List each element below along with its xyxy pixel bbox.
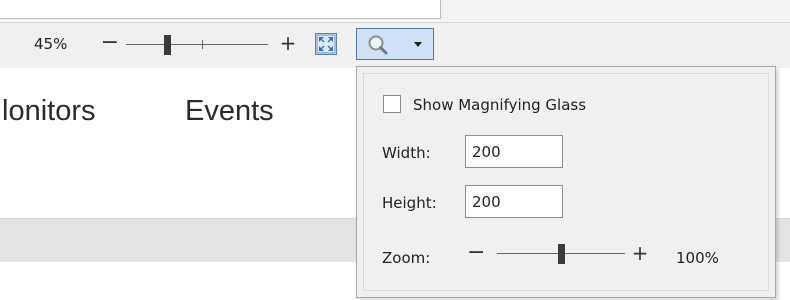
zoom-slider-track — [126, 44, 268, 45]
top-strip — [0, 0, 790, 22]
magnifier-zoom-slider-thumb[interactable] — [558, 244, 565, 264]
tab-events[interactable]: Events — [185, 95, 274, 128]
height-label: Height: — [382, 194, 437, 212]
magnifier-zoom-slider[interactable] — [497, 242, 625, 266]
magnifier-zoom-in-button[interactable]: + — [631, 241, 649, 265]
show-magnifier-label[interactable]: Show Magnifying Glass — [413, 96, 586, 114]
width-field[interactable] — [465, 135, 563, 168]
magnifier-settings-popup: Show Magnifying Glass Width: Height: Zoo… — [356, 66, 776, 298]
chevron-down-icon — [414, 42, 422, 47]
zoom-label: Zoom: — [382, 249, 431, 267]
magnifier-zoom-percent: 100% — [676, 249, 719, 267]
magnifier-dropdown-button[interactable] — [356, 28, 434, 60]
zoom-slider-thumb[interactable] — [164, 35, 171, 55]
zoom-slider[interactable] — [126, 33, 268, 57]
upper-panel — [0, 0, 441, 19]
zoom-percent-label: 45% — [34, 35, 68, 53]
magnifying-glass-icon — [368, 35, 388, 55]
fit-to-window-button[interactable] — [315, 33, 337, 55]
height-field[interactable] — [465, 185, 563, 218]
show-magnifier-checkbox[interactable] — [383, 95, 401, 113]
magnifier-zoom-out-button[interactable]: − — [467, 241, 485, 265]
fit-to-window-icon — [316, 34, 336, 54]
zoom-out-button[interactable]: − — [100, 31, 120, 55]
zoom-slider-tick — [202, 40, 203, 49]
zoom-toolbar: 45% − + — [0, 22, 790, 69]
width-label: Width: — [382, 144, 431, 162]
tab-monitors[interactable]: lonitors — [2, 95, 96, 128]
zoom-in-button[interactable]: + — [278, 31, 298, 55]
